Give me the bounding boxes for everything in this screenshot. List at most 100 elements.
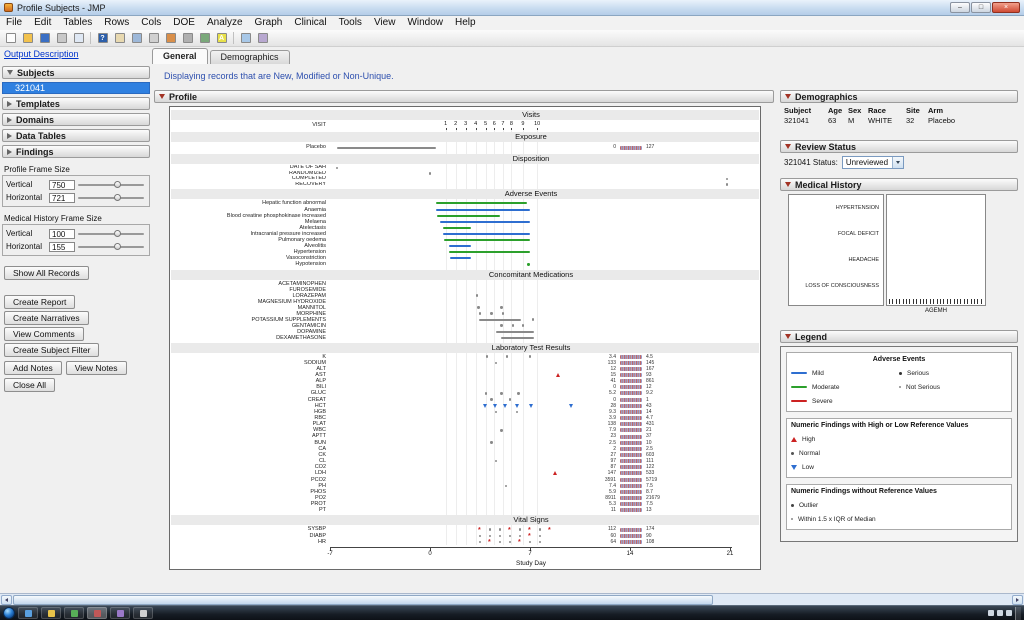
slider-thumb[interactable] bbox=[114, 242, 122, 250]
medical-history-panel-header[interactable]: Medical History bbox=[780, 178, 1018, 191]
profile-panel-header[interactable]: Profile bbox=[154, 90, 774, 103]
timeline-segment[interactable] bbox=[444, 239, 530, 242]
view-notes-button[interactable]: View Notes bbox=[65, 361, 127, 375]
menu-window[interactable]: Window bbox=[401, 16, 449, 30]
output-description-link[interactable]: Output Description bbox=[4, 49, 79, 59]
tab-demographics[interactable]: Demographics bbox=[209, 50, 290, 64]
data-point[interactable] bbox=[488, 534, 492, 537]
data-point[interactable] bbox=[528, 540, 532, 544]
sidebar-item-findings[interactable]: Findings bbox=[2, 145, 150, 158]
data-point[interactable] bbox=[500, 306, 503, 309]
menu-graph[interactable]: Graph bbox=[249, 16, 289, 30]
outlier-marker[interactable]: * bbox=[528, 533, 531, 540]
mh-frame-vertical-input[interactable]: 100 bbox=[49, 228, 75, 239]
create-subject-filter-button[interactable]: Create Subject Filter bbox=[4, 343, 100, 357]
review-status-panel-header[interactable]: Review Status bbox=[780, 140, 1018, 153]
tray-volume-icon[interactable] bbox=[997, 610, 1003, 616]
outlier-marker[interactable]: * bbox=[518, 539, 521, 546]
taskbar-app-3[interactable] bbox=[64, 607, 84, 619]
data-point[interactable] bbox=[478, 540, 482, 544]
horizontal-scrollbar[interactable] bbox=[0, 593, 1024, 605]
outlier-marker[interactable]: * bbox=[548, 527, 551, 534]
save-icon[interactable] bbox=[37, 31, 52, 45]
selection-icon[interactable] bbox=[146, 31, 161, 45]
print-icon[interactable] bbox=[54, 31, 69, 45]
data-point[interactable] bbox=[478, 312, 482, 315]
slider-thumb[interactable] bbox=[114, 229, 122, 237]
timeline-segment[interactable] bbox=[442, 226, 472, 229]
maximize-button[interactable]: □ bbox=[971, 2, 991, 13]
timeline-segment[interactable] bbox=[450, 257, 472, 260]
high-value-marker[interactable] bbox=[556, 373, 561, 378]
data-point[interactable] bbox=[490, 398, 493, 401]
taskbar-app-6[interactable] bbox=[133, 607, 153, 619]
data-point[interactable] bbox=[475, 294, 479, 297]
data-point[interactable] bbox=[484, 392, 487, 395]
taskbar-app-5[interactable] bbox=[110, 607, 130, 619]
scrollbar-thumb[interactable] bbox=[13, 595, 713, 605]
timeline-segment[interactable] bbox=[440, 220, 530, 223]
sidebar-item-domains[interactable]: Domains bbox=[2, 113, 150, 126]
scroll-left-arrow[interactable] bbox=[1, 595, 12, 605]
data-point[interactable] bbox=[725, 183, 729, 186]
data-point[interactable] bbox=[508, 534, 512, 537]
collapse-triangle-icon[interactable] bbox=[785, 334, 791, 339]
slider-track[interactable] bbox=[78, 193, 144, 201]
low-value-marker[interactable] bbox=[503, 404, 508, 409]
data-point[interactable] bbox=[518, 528, 522, 531]
data-point[interactable] bbox=[477, 306, 480, 309]
data-point[interactable] bbox=[521, 324, 525, 327]
data-point[interactable] bbox=[517, 392, 520, 395]
brush-icon[interactable] bbox=[163, 31, 178, 45]
data-point[interactable] bbox=[490, 441, 493, 444]
menu-tools[interactable]: Tools bbox=[333, 16, 368, 30]
show-desktop-button[interactable] bbox=[1015, 606, 1021, 620]
data-point[interactable] bbox=[538, 534, 542, 537]
data-point[interactable] bbox=[527, 263, 530, 266]
outlier-marker[interactable]: * bbox=[508, 527, 511, 534]
data-point[interactable] bbox=[511, 324, 515, 327]
slider-track[interactable] bbox=[78, 180, 144, 188]
low-value-marker[interactable] bbox=[529, 404, 534, 409]
new-data-table-icon[interactable] bbox=[3, 31, 18, 45]
taskbar-app-2[interactable] bbox=[41, 607, 61, 619]
timeline-segment[interactable] bbox=[442, 232, 530, 235]
data-point[interactable] bbox=[528, 355, 532, 358]
menu-doe[interactable]: DOE bbox=[167, 16, 201, 30]
sidebar-item-data-tables[interactable]: Data Tables bbox=[2, 129, 150, 142]
data-point[interactable] bbox=[505, 355, 509, 358]
profile-frame-horizontal-input[interactable]: 721 bbox=[49, 192, 75, 203]
data-point[interactable] bbox=[515, 410, 519, 414]
taskbar-app-1[interactable] bbox=[18, 607, 38, 619]
data-point[interactable] bbox=[504, 484, 507, 487]
data-point[interactable] bbox=[488, 528, 492, 531]
scroll-right-arrow[interactable] bbox=[1012, 595, 1023, 605]
outlier-marker[interactable]: * bbox=[478, 527, 481, 534]
grabber-icon[interactable] bbox=[112, 31, 127, 45]
data-point[interactable] bbox=[500, 429, 503, 432]
simple-shape-icon[interactable] bbox=[255, 31, 270, 45]
timeline-segment[interactable] bbox=[448, 251, 530, 254]
data-point[interactable] bbox=[500, 324, 503, 327]
timeline-segment[interactable] bbox=[478, 318, 522, 321]
low-value-marker[interactable] bbox=[493, 404, 498, 409]
legend-panel-header[interactable]: Legend bbox=[780, 330, 1018, 343]
subject-list-item[interactable]: 321041 bbox=[2, 82, 150, 94]
tray-network-icon[interactable] bbox=[988, 610, 994, 616]
help-icon[interactable]: ? bbox=[95, 31, 110, 45]
data-point[interactable] bbox=[538, 540, 542, 544]
collapse-triangle-icon[interactable] bbox=[159, 94, 165, 99]
crosshair-icon[interactable] bbox=[197, 31, 212, 45]
timeline-segment[interactable] bbox=[501, 336, 535, 339]
timeline-segment[interactable] bbox=[448, 245, 472, 248]
data-point[interactable] bbox=[498, 528, 502, 531]
data-point[interactable] bbox=[538, 528, 542, 531]
low-value-marker[interactable] bbox=[483, 404, 488, 409]
menu-edit[interactable]: Edit bbox=[28, 16, 57, 30]
add-notes-button[interactable]: Add Notes bbox=[4, 361, 62, 375]
data-point[interactable] bbox=[501, 312, 505, 315]
sidebar-item-subjects[interactable]: Subjects bbox=[2, 66, 150, 79]
slider-track[interactable] bbox=[78, 242, 144, 250]
menu-clinical[interactable]: Clinical bbox=[288, 16, 332, 30]
data-point[interactable] bbox=[725, 177, 729, 181]
